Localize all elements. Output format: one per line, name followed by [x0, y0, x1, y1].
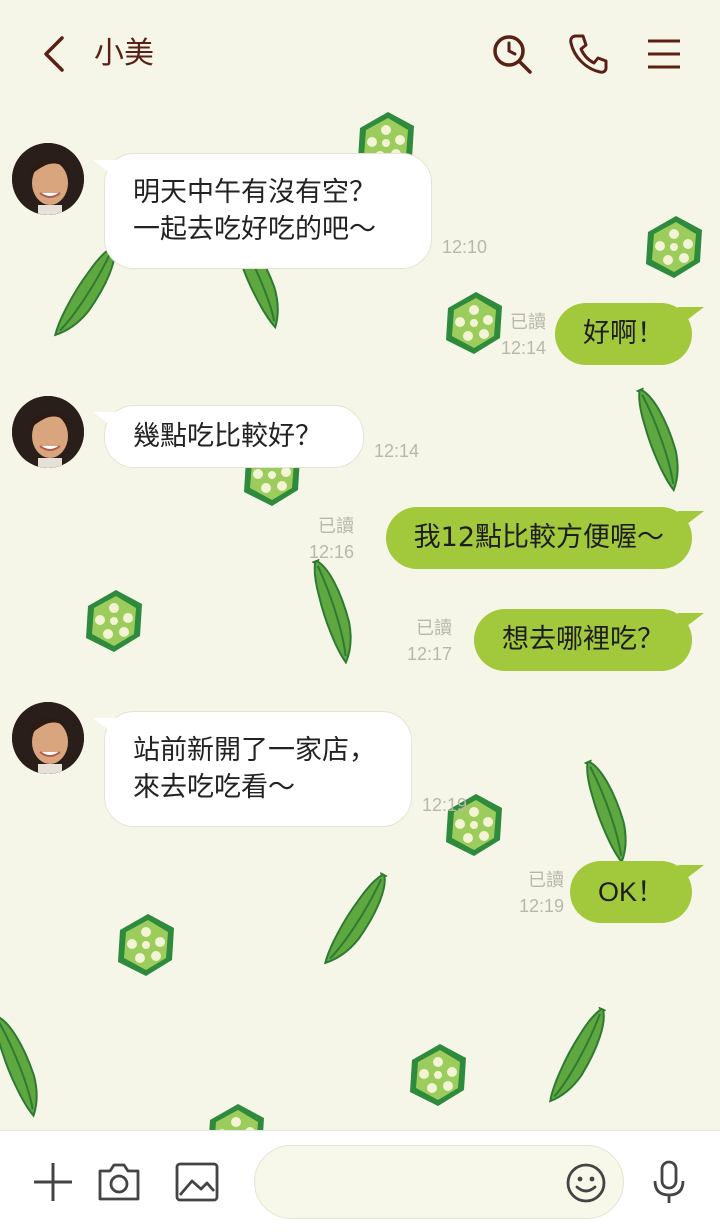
- incoming-message-bubble[interactable]: 幾點吃比較好？: [104, 405, 364, 468]
- menu-button[interactable]: [642, 32, 686, 76]
- okra-pod-decoration: [546, 1002, 616, 1111]
- message-time: 12:10: [442, 237, 488, 257]
- image-button[interactable]: [174, 1159, 220, 1205]
- outgoing-message-bubble[interactable]: 我12點比較方便喔〜: [385, 507, 692, 569]
- outgoing-message-bubble[interactable]: 好啊！: [555, 303, 692, 365]
- message-time: 12:19: [422, 795, 468, 815]
- menu-icon: [648, 39, 680, 69]
- image-icon: [175, 1162, 219, 1202]
- back-icon: [44, 36, 64, 72]
- okra-slice-decoration: [446, 292, 502, 354]
- okra-pod-decoration: [0, 1008, 53, 1118]
- read-receipt: 已讀: [318, 516, 354, 536]
- avatar-photo: [12, 702, 84, 774]
- avatar-photo: [12, 143, 84, 215]
- okra-slice-decoration: [118, 914, 174, 976]
- camera-button[interactable]: [96, 1159, 142, 1205]
- contact-name[interactable]: 小美: [94, 36, 154, 72]
- phone-icon: [569, 34, 608, 74]
- okra-pod-decoration: [574, 754, 641, 865]
- okra-pod-decoration: [626, 382, 693, 493]
- voice-button[interactable]: [646, 1159, 692, 1205]
- message-time: 12:19: [518, 896, 564, 916]
- plus-icon: [34, 1163, 72, 1201]
- message-input-box[interactable]: [254, 1145, 624, 1219]
- add-button[interactable]: [30, 1159, 76, 1205]
- message-input[interactable]: [279, 1164, 559, 1202]
- outgoing-message-bubble[interactable]: OK！: [569, 861, 692, 923]
- emoji-icon: [566, 1163, 606, 1203]
- okra-slice-decoration: [410, 1044, 466, 1106]
- okra-slice-decoration: [86, 590, 142, 652]
- back-button[interactable]: [34, 32, 74, 76]
- call-button[interactable]: [566, 32, 610, 76]
- microphone-icon: [653, 1160, 685, 1203]
- camera-icon: [98, 1163, 140, 1201]
- incoming-message-bubble[interactable]: 明天中午有沒有空？ 一起去吃好吃的吧〜: [104, 153, 432, 269]
- read-receipt: 已讀: [528, 870, 564, 890]
- read-receipt: 已讀: [510, 312, 546, 332]
- okra-pod-decoration: [321, 867, 398, 974]
- read-receipt: 已讀: [416, 618, 452, 638]
- avatar[interactable]: [12, 143, 84, 215]
- message-time: 12:14: [374, 441, 420, 461]
- avatar[interactable]: [12, 702, 84, 774]
- message-composer: [0, 1130, 720, 1232]
- search-icon: [493, 35, 532, 74]
- message-time: 12:17: [406, 644, 452, 664]
- okra-slice-decoration: [646, 216, 702, 278]
- okra-pod-decoration: [302, 554, 366, 665]
- message-time: 12:14: [500, 338, 546, 358]
- chat-header: 小美: [0, 0, 720, 108]
- avatar[interactable]: [12, 396, 84, 468]
- search-button[interactable]: [490, 32, 534, 76]
- message-time: 12:16: [308, 542, 354, 562]
- emoji-button[interactable]: [565, 1162, 607, 1204]
- avatar-photo: [12, 396, 84, 468]
- outgoing-message-bubble[interactable]: 想去哪裡吃？: [474, 609, 692, 671]
- incoming-message-bubble[interactable]: 站前新開了一家店， 來去吃吃看〜: [104, 711, 412, 827]
